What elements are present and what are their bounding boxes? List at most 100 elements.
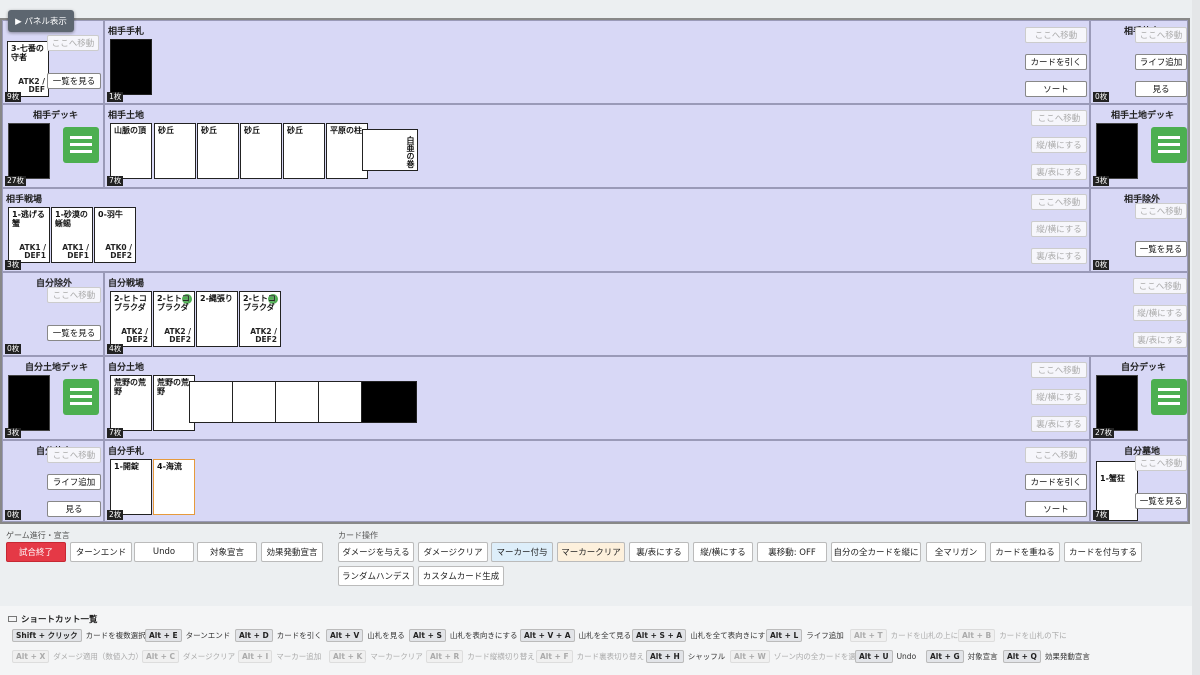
land-card-facedown[interactable] [361, 381, 417, 423]
flip-button[interactable]: 裏/表にする [1133, 332, 1187, 348]
field-card[interactable]: 1-逃げる蟹 ATK1 / DEF1 [8, 207, 50, 263]
rotate-button[interactable]: 縦/横にする [693, 542, 753, 562]
opp-land-zone[interactable]: 相手土地 山脈の頂 砂丘 砂丘 砂丘 砂丘 平原の柱 白亜の巻 ここへ移動 縦/… [104, 104, 1090, 188]
clear-marker-button[interactable]: マーカークリア [557, 542, 625, 562]
my-hand-zone[interactable]: 自分手札 1-開錠 4-海流 ここへ移動 カードを引く ソート 2枚 [104, 440, 1090, 522]
rotate-button[interactable]: 縦/横にする [1031, 137, 1087, 153]
clear-damage-button[interactable]: ダメージクリア [418, 542, 488, 562]
zone-count: 3枚 [1093, 176, 1110, 186]
card-name: 1-砂漠の蜥蜴 [55, 210, 88, 228]
land-card[interactable]: 山脈の頂 [110, 123, 152, 179]
declare-target-button[interactable]: 対象宣言 [197, 542, 257, 562]
move-here-button[interactable]: ここへ移動 [1135, 455, 1187, 471]
sort-button[interactable]: ソート [1025, 501, 1087, 517]
opp-deck-side-zone[interactable]: 3-七番の守者 ATK2 / DEF ここへ移動 一覧を見る 9枚 [2, 20, 104, 104]
custom-card-button[interactable]: カスタムカード生成 [418, 566, 504, 586]
field-card[interactable]: 2-ヒトコブラクダ ATK2 / DEF2 [239, 291, 281, 347]
draw-card-button[interactable]: カードを引く [1025, 54, 1087, 70]
opp-deck-zone[interactable]: 相手デッキ 27枚 [2, 104, 104, 188]
move-here-button[interactable]: ここへ移動 [1031, 194, 1087, 210]
field-card[interactable]: 2-ヒトコブラクダ ATK2 / DEF2 [153, 291, 195, 347]
land-card[interactable]: 砂丘 [197, 123, 239, 179]
move-here-button[interactable]: ここへ移動 [1031, 110, 1087, 126]
opp-hand-card[interactable] [110, 39, 152, 95]
card-stats: ATK1 / DEF1 [19, 243, 46, 260]
field-card[interactable]: 2-ヒトコブラクダ ATK2 / DEF2 [110, 291, 152, 347]
my-exile-zone[interactable]: 自分除外 ここへ移動 一覧を見る 0枚 [2, 272, 104, 356]
move-here-button[interactable]: ここへ移動 [1025, 447, 1087, 463]
list-button[interactable]: 一覧を見る [1135, 241, 1187, 257]
deck-stack[interactable] [8, 375, 50, 431]
opp-deck-side-top-card[interactable]: 3-七番の守者 ATK2 / DEF [7, 41, 49, 97]
deck-menu-button[interactable] [1151, 379, 1187, 415]
flip-button[interactable]: 裏/表にする [629, 542, 689, 562]
move-here-button[interactable]: ここへ移動 [47, 447, 101, 463]
opp-field-zone[interactable]: 相手戦場 1-逃げる蟹 ATK1 / DEF1 1-砂漠の蜥蜴 ATK1 / DEF… [2, 188, 1090, 272]
deck-menu-button[interactable] [1151, 127, 1187, 163]
declare-effect-button[interactable]: 効果発動宣言 [261, 542, 323, 562]
land-card[interactable]: 砂丘 [283, 123, 325, 179]
all-vertical-button[interactable]: 自分の全カードを縦に [831, 542, 921, 562]
land-card[interactable]: 荒野の荒野 [110, 375, 152, 431]
land-card[interactable]: 砂丘 [240, 123, 282, 179]
flip-button[interactable]: 裏/表にする [1031, 416, 1087, 432]
my-grave-zone[interactable]: 自分墓地 1-蟹狂 ここへ移動 一覧を見る 7枚 [1090, 440, 1188, 522]
move-here-button[interactable]: ここへ移動 [1135, 27, 1187, 43]
view-button[interactable]: 見る [1135, 81, 1187, 97]
move-here-button[interactable]: ここへ移動 [47, 287, 101, 303]
deck-menu-button[interactable] [63, 379, 99, 415]
deck-stack[interactable] [1096, 123, 1138, 179]
scrollbar[interactable] [1192, 0, 1200, 675]
list-button[interactable]: 一覧を見る [47, 325, 101, 341]
deal-damage-button[interactable]: ダメージを与える [338, 542, 414, 562]
add-life-button[interactable]: ライフ追加 [47, 474, 101, 490]
my-life-zone[interactable]: 自分体力 ここへ移動 ライフ追加 見る 0枚 [2, 440, 104, 522]
card-name: 2-ヒトコブラクダ [157, 294, 190, 312]
land-card-rotated[interactable]: 白亜の巻 [362, 129, 418, 171]
hand-card[interactable]: 1-開錠 [110, 459, 152, 515]
turn-end-button[interactable]: ターンエンド [70, 542, 132, 562]
add-life-button[interactable]: ライフ追加 [1135, 54, 1187, 70]
random-discard-button[interactable]: ランダムハンデス [338, 566, 414, 586]
list-button[interactable]: 一覧を見る [47, 73, 101, 89]
draw-card-button[interactable]: カードを引く [1025, 474, 1087, 490]
deck-stack[interactable] [1096, 375, 1138, 431]
flip-button[interactable]: 裏/表にする [1031, 164, 1087, 180]
my-land-zone[interactable]: 自分土地 荒野の荒野 荒野の荒野 荒 荒 ここへ移動 縦/横にする 裏/表にする… [104, 356, 1090, 440]
opp-hand-zone[interactable]: 相手手札 ここへ移動 カードを引く ソート 1枚 [104, 20, 1090, 104]
move-here-button[interactable]: ここへ移動 [1135, 203, 1187, 219]
sort-button[interactable]: ソート [1025, 81, 1087, 97]
flip-button[interactable]: 裏/表にする [1031, 248, 1087, 264]
land-card[interactable]: 砂丘 [154, 123, 196, 179]
mulligan-button[interactable]: 全マリガン [926, 542, 986, 562]
hand-card-selected[interactable]: 4-海流 [153, 459, 195, 515]
face-down-move-toggle[interactable]: 裏移動: OFF [757, 542, 827, 562]
deck-stack[interactable] [8, 123, 50, 179]
view-button[interactable]: 見る [47, 501, 101, 517]
opp-land-deck-zone[interactable]: 相手土地デッキ 3枚 [1090, 104, 1188, 188]
undo-button[interactable]: Undo [134, 542, 194, 562]
opp-exile-zone[interactable]: 相手除外 ここへ移動 一覧を見る 0枚 [1090, 188, 1188, 272]
rotate-button[interactable]: 縦/横にする [1031, 221, 1087, 237]
my-field-zone[interactable]: 自分戦場 2-ヒトコブラクダ ATK2 / DEF2 2-ヒトコブラクダ ATK2 … [104, 272, 1188, 356]
rotate-button[interactable]: 縦/横にする [1031, 389, 1087, 405]
my-deck-zone[interactable]: 自分デッキ 27枚 [1090, 356, 1188, 440]
deck-menu-button[interactable] [63, 127, 99, 163]
move-here-button[interactable]: ここへ移動 [1025, 27, 1087, 43]
move-here-button[interactable]: ここへ移動 [47, 35, 99, 51]
my-land-deck-zone[interactable]: 自分土地デッキ 3枚 [2, 356, 104, 440]
field-card[interactable]: 2-縄張り [196, 291, 238, 347]
panel-toggle-button[interactable]: ▶ パネル表示 [8, 10, 74, 32]
zone-count: 7枚 [1093, 510, 1110, 520]
attach-card-button[interactable]: カードを付与する [1064, 542, 1142, 562]
field-card[interactable]: 1-砂漠の蜥蜴 ATK1 / DEF1 [51, 207, 93, 263]
end-game-button[interactable]: 試合終了 [6, 542, 66, 562]
add-marker-button[interactable]: マーカー付与 [491, 542, 553, 562]
list-button[interactable]: 一覧を見る [1135, 493, 1187, 509]
rotate-button[interactable]: 縦/横にする [1133, 305, 1187, 321]
field-card[interactable]: 0-羽牛 ATK0 / DEF2 [94, 207, 136, 263]
stack-cards-button[interactable]: カードを重ねる [990, 542, 1060, 562]
move-here-button[interactable]: ここへ移動 [1031, 362, 1087, 378]
move-here-button[interactable]: ここへ移動 [1133, 278, 1187, 294]
opp-life-zone[interactable]: 相手体力 ここへ移動 ライフ追加 見る 0枚 [1090, 20, 1188, 104]
